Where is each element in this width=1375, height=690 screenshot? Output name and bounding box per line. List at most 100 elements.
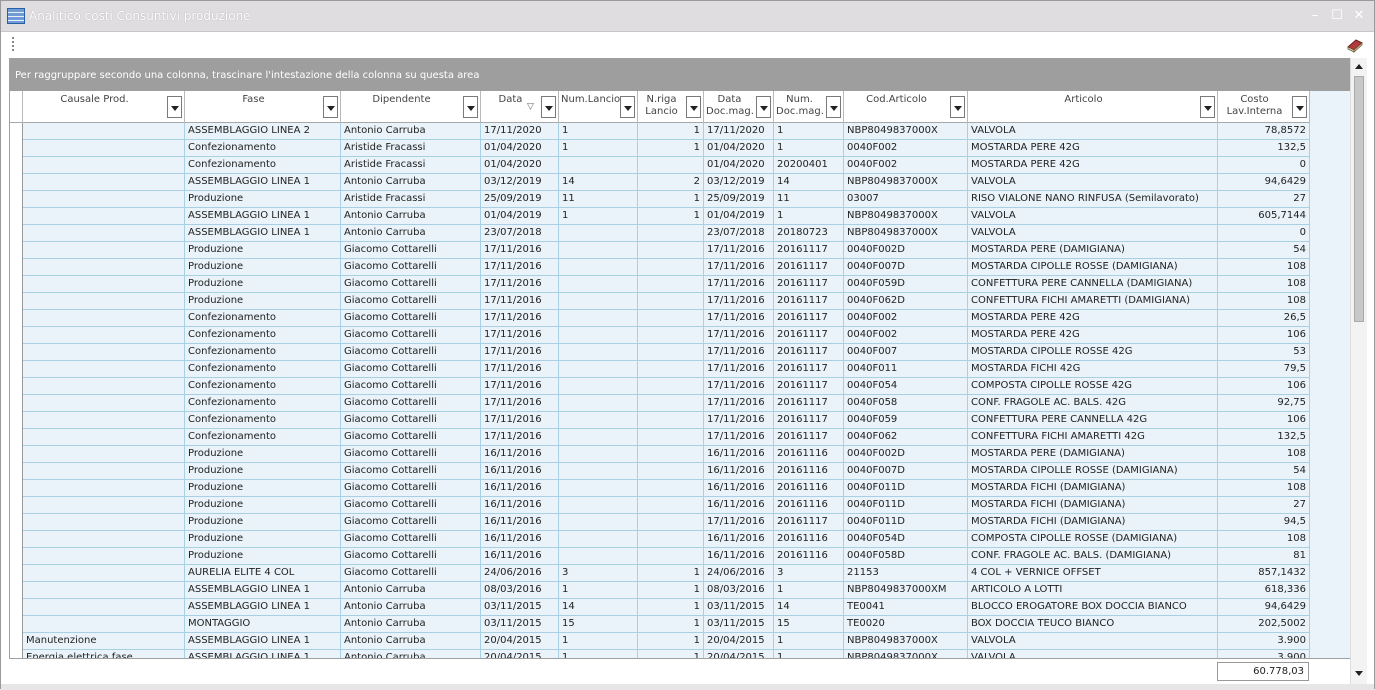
row-selector[interactable] (10, 565, 23, 582)
cell-articolo[interactable]: COMPOSTA CIPOLLE ROSSE 42G (968, 378, 1218, 395)
cell-data-doc-mag[interactable]: 25/09/2019 (704, 191, 774, 208)
cell-dipendente[interactable]: Antonio Carruba (341, 650, 481, 658)
cell-causale-prod[interactable] (23, 242, 185, 259)
cell-articolo[interactable]: MOSTARDA CIPOLLE ROSSE (DAMIGIANA) (968, 463, 1218, 480)
cell-cod-articolo[interactable]: 0040F002D (844, 242, 968, 259)
row-selector[interactable] (10, 327, 23, 344)
cell-data[interactable]: 16/11/2016 (481, 531, 559, 548)
cell-num-doc-mag[interactable]: 20161117 (774, 412, 844, 429)
cell-articolo[interactable]: MOSTARDA PERE 42G (968, 157, 1218, 174)
cell-data-doc-mag[interactable]: 01/04/2020 (704, 157, 774, 174)
table-row[interactable]: ASSEMBLAGGIO LINEA 1 Antonio Carruba 03/11… (10, 599, 1310, 616)
cell-num-doc-mag[interactable]: 20161117 (774, 361, 844, 378)
cell-num-doc-mag[interactable]: 20161117 (774, 378, 844, 395)
cell-num-lancio[interactable] (559, 395, 638, 412)
cell-cod-articolo[interactable]: TE0020 (844, 616, 968, 633)
cell-num-lancio[interactable] (559, 310, 638, 327)
cell-n-riga-lancio[interactable] (638, 514, 704, 531)
cell-costo-lav-interna[interactable]: 81 (1218, 548, 1310, 565)
cell-causale-prod[interactable] (23, 276, 185, 293)
cell-articolo[interactable]: RISO VIALONE NANO RINFUSA (Semilavorato) (968, 191, 1218, 208)
cell-costo-lav-interna[interactable]: 92,75 (1218, 395, 1310, 412)
cell-data-doc-mag[interactable]: 17/11/2016 (704, 429, 774, 446)
toolbar-grip-icon[interactable] (12, 37, 15, 51)
cell-causale-prod[interactable] (23, 208, 185, 225)
cell-costo-lav-interna[interactable]: 132,5 (1218, 140, 1310, 157)
row-selector[interactable] (10, 548, 23, 565)
cell-cod-articolo[interactable]: 0040F002 (844, 327, 968, 344)
cell-num-doc-mag[interactable]: 1 (774, 208, 844, 225)
cell-dipendente[interactable]: Antonio Carruba (341, 633, 481, 650)
cell-costo-lav-interna[interactable]: 3.900 (1218, 650, 1310, 658)
cell-fase[interactable]: Confezionamento (185, 412, 341, 429)
row-selector[interactable] (10, 497, 23, 514)
column-header-dipendente[interactable]: Dipendente (341, 91, 481, 123)
cell-cod-articolo[interactable]: 0040F002 (844, 157, 968, 174)
cell-costo-lav-interna[interactable]: 54 (1218, 242, 1310, 259)
cell-num-lancio[interactable]: 14 (559, 599, 638, 616)
row-selector[interactable] (10, 293, 23, 310)
table-row[interactable]: ASSEMBLAGGIO LINEA 1 Antonio Carruba 03/12… (10, 174, 1310, 191)
cell-costo-lav-interna[interactable]: 605,7144 (1218, 208, 1310, 225)
row-selector[interactable] (10, 514, 23, 531)
cell-fase[interactable]: Produzione (185, 514, 341, 531)
cell-costo-lav-interna[interactable]: 106 (1218, 378, 1310, 395)
cell-dipendente[interactable]: Giacomo Cottarelli (341, 446, 481, 463)
cell-data-doc-mag[interactable]: 17/11/2016 (704, 514, 774, 531)
table-row[interactable]: Confezionamento Giacomo Cottarelli 17/11/2… (10, 327, 1310, 344)
cell-cod-articolo[interactable]: 0040F059 (844, 412, 968, 429)
cell-data-doc-mag[interactable]: 17/11/2016 (704, 242, 774, 259)
cell-fase[interactable]: ASSEMBLAGGIO LINEA 2 (185, 123, 341, 140)
cell-n-riga-lancio[interactable] (638, 378, 704, 395)
cell-n-riga-lancio[interactable]: 1 (638, 582, 704, 599)
cell-costo-lav-interna[interactable]: 94,5 (1218, 514, 1310, 531)
cell-articolo[interactable]: MOSTARDA PERE (DAMIGIANA) (968, 242, 1218, 259)
cell-cod-articolo[interactable]: 0040F054D (844, 531, 968, 548)
cell-articolo[interactable]: MOSTARDA PERE 42G (968, 327, 1218, 344)
cell-num-lancio[interactable]: 1 (559, 650, 638, 658)
cell-fase[interactable]: Produzione (185, 531, 341, 548)
cell-num-lancio[interactable]: 3 (559, 565, 638, 582)
cell-num-lancio[interactable]: 1 (559, 633, 638, 650)
cell-cod-articolo[interactable]: 0040F007D (844, 463, 968, 480)
cell-fase[interactable]: Produzione (185, 259, 341, 276)
cell-fase[interactable]: Produzione (185, 497, 341, 514)
cell-articolo[interactable]: MOSTARDA CIPOLLE ROSSE (DAMIGIANA) (968, 259, 1218, 276)
cell-cod-articolo[interactable]: 0040F058D (844, 548, 968, 565)
cell-fase[interactable]: Produzione (185, 293, 341, 310)
cell-costo-lav-interna[interactable]: 94,6429 (1218, 174, 1310, 191)
cell-fase[interactable]: Confezionamento (185, 327, 341, 344)
cell-data[interactable]: 17/11/2016 (481, 429, 559, 446)
table-row[interactable]: Confezionamento Giacomo Cottarelli 17/11/2… (10, 344, 1310, 361)
cell-data-doc-mag[interactable]: 17/11/2016 (704, 412, 774, 429)
cell-articolo[interactable]: CONFETTURA FICHI AMARETTI 42G (968, 429, 1218, 446)
cell-costo-lav-interna[interactable]: 108 (1218, 480, 1310, 497)
cell-n-riga-lancio[interactable] (638, 276, 704, 293)
cell-num-lancio[interactable]: 14 (559, 174, 638, 191)
cell-num-lancio[interactable] (559, 514, 638, 531)
cell-fase[interactable]: Produzione (185, 446, 341, 463)
filter-dropdown-icon[interactable] (1292, 96, 1307, 118)
cell-n-riga-lancio[interactable]: 2 (638, 174, 704, 191)
cell-costo-lav-interna[interactable]: 106 (1218, 327, 1310, 344)
row-selector[interactable] (10, 191, 23, 208)
cell-cod-articolo[interactable]: 0040F007 (844, 344, 968, 361)
maximize-button[interactable]: ☐ (1327, 7, 1347, 25)
cell-fase[interactable]: AURELIA ELITE 4 COL (185, 565, 341, 582)
cell-dipendente[interactable]: Giacomo Cottarelli (341, 514, 481, 531)
cell-data[interactable]: 03/11/2015 (481, 616, 559, 633)
cell-data-doc-mag[interactable]: 17/11/2016 (704, 259, 774, 276)
cell-n-riga-lancio[interactable] (638, 412, 704, 429)
cell-causale-prod[interactable] (23, 548, 185, 565)
table-row[interactable]: Produzione Giacomo Cottarelli 17/11/2016 17… (10, 259, 1310, 276)
cell-data-doc-mag[interactable]: 08/03/2016 (704, 582, 774, 599)
cell-num-lancio[interactable]: 11 (559, 191, 638, 208)
cell-num-doc-mag[interactable]: 20161116 (774, 548, 844, 565)
cell-causale-prod[interactable] (23, 480, 185, 497)
cell-articolo[interactable]: MOSTARDA FICHI (DAMIGIANA) (968, 480, 1218, 497)
cell-data[interactable]: 16/11/2016 (481, 463, 559, 480)
cell-num-doc-mag[interactable]: 1 (774, 140, 844, 157)
cell-articolo[interactable]: MOSTARDA FICHI (DAMIGIANA) (968, 514, 1218, 531)
cell-data[interactable]: 17/11/2016 (481, 344, 559, 361)
vertical-scrollbar[interactable] (1350, 58, 1367, 684)
